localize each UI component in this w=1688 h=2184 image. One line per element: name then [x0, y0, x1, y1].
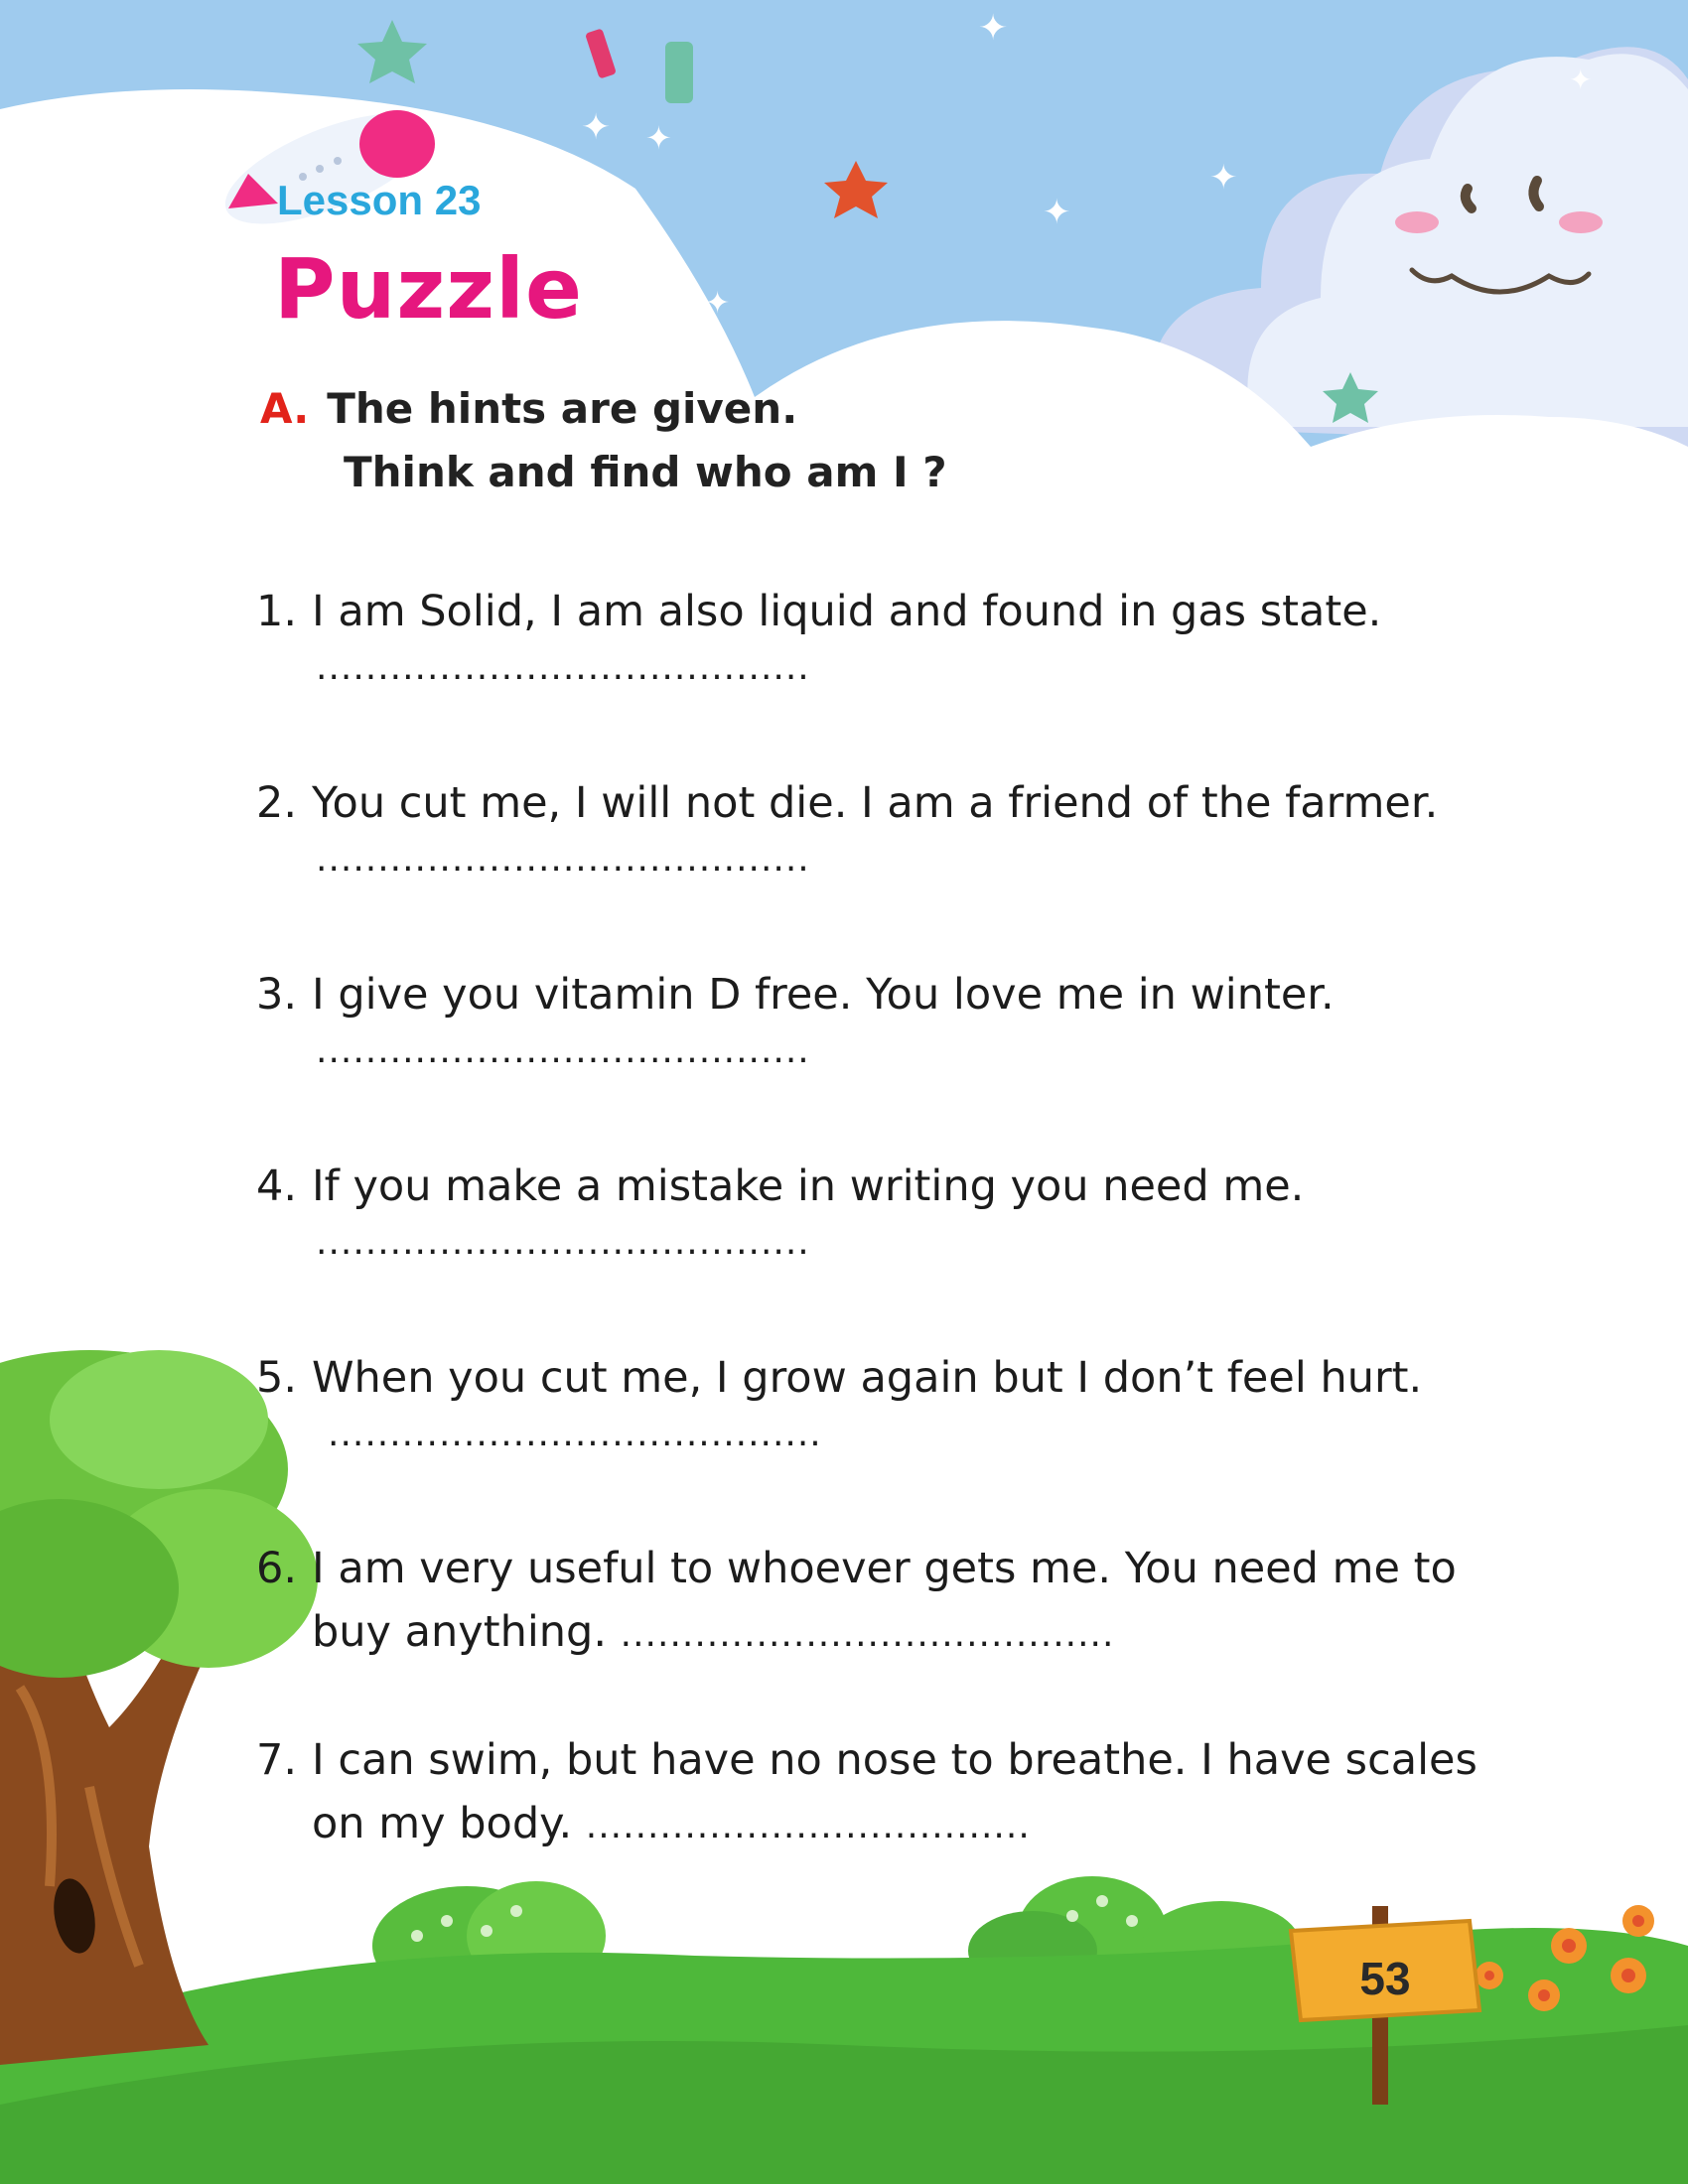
section-instruction-line1: The hints are given.: [327, 384, 798, 433]
question-3: 3. I give you vitamin D free. You love me…: [256, 963, 1537, 1076]
svg-text:✦: ✦: [1209, 158, 1238, 198]
question-text: If you make a mistake in writing you nee…: [312, 1161, 1305, 1211]
question-number: 7.: [256, 1735, 298, 1785]
section-heading: A. The hints are given. Think and find wh…: [260, 377, 947, 504]
question-number: 1.: [256, 587, 298, 636]
question-number: 5.: [256, 1353, 298, 1403]
page-title: Puzzle: [274, 240, 583, 338]
svg-text:✦: ✦: [581, 107, 611, 148]
page-number: 53: [1359, 1953, 1411, 2004]
question-number: 6.: [256, 1544, 298, 1593]
answer-blank[interactable]: ....................................: [586, 1806, 1031, 1846]
question-number: 3.: [256, 970, 298, 1020]
question-5: 5. When you cut me, I grow again but I do…: [256, 1346, 1537, 1459]
svg-text:✦: ✦: [1569, 64, 1592, 96]
answer-blank[interactable]: ........................................: [256, 1218, 1537, 1268]
question-text: When you cut me, I grow again but I don’…: [312, 1353, 1423, 1403]
question-text: I am Solid, I am also liquid and found i…: [312, 587, 1382, 636]
question-6: 6. I am very useful to whoever gets me. Y…: [256, 1537, 1537, 1667]
svg-text:✦: ✦: [645, 119, 672, 157]
question-2: 2. You cut me, I will not die. I am a fri…: [256, 771, 1537, 885]
question-continuation: buy anything. ..........................…: [256, 1600, 1537, 1667]
question-1: 1. I am Solid, I am also liquid and found…: [256, 580, 1537, 693]
question-number: 2.: [256, 778, 298, 828]
section-instruction-line2: Think and find who am I ?: [344, 448, 947, 496]
question-text-cont: on my body.: [312, 1799, 573, 1848]
svg-text:✦: ✦: [253, 98, 282, 138]
answer-blank[interactable]: ........................................: [621, 1614, 1115, 1655]
section-letter: A.: [260, 384, 310, 433]
question-4: 4. If you make a mistake in writing you n…: [256, 1155, 1537, 1268]
lesson-label: Lesson 23: [277, 177, 482, 223]
answer-blank[interactable]: ........................................: [256, 835, 1537, 885]
answer-blank[interactable]: ........................................: [256, 1026, 1537, 1076]
question-text: I give you vitamin D free. You love me i…: [312, 970, 1335, 1020]
svg-text:✦: ✦: [978, 8, 1008, 49]
svg-text:✦: ✦: [705, 286, 730, 321]
question-text: You cut me, I will not die. I am a frien…: [312, 778, 1439, 828]
answer-blank[interactable]: ........................................: [256, 643, 1537, 693]
question-text-cont: buy anything.: [312, 1607, 607, 1657]
question-7: 7. I can swim, but have no nose to breath…: [256, 1728, 1537, 1858]
answer-blank[interactable]: ........................................: [256, 1410, 1537, 1459]
question-number: 4.: [256, 1161, 298, 1211]
question-text: I am very useful to whoever gets me. You…: [312, 1544, 1457, 1593]
question-text: I can swim, but have no nose to breathe.…: [312, 1735, 1477, 1785]
question-continuation: on my body. ............................…: [256, 1792, 1537, 1858]
svg-text:✦: ✦: [1043, 193, 1071, 232]
